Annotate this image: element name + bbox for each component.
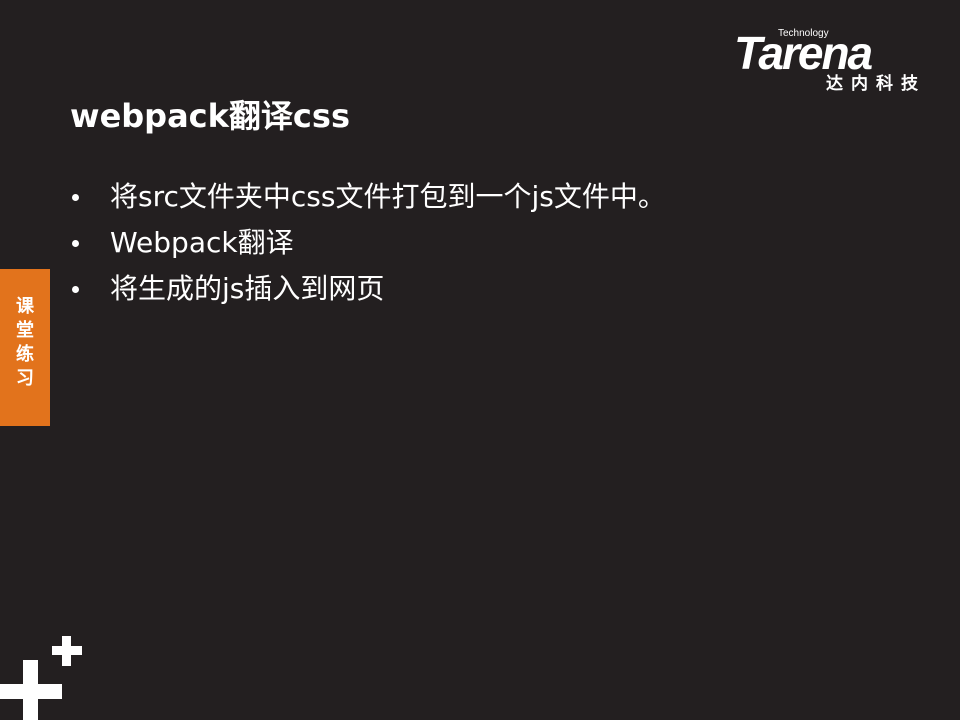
plus-plus-icon xyxy=(0,636,82,720)
logo-tagline: Technology xyxy=(778,28,829,39)
side-tab-label: 课堂练习 xyxy=(16,296,34,389)
small-plus-horizontal xyxy=(52,646,82,655)
side-tab: 课堂练习 xyxy=(0,269,50,426)
tarena-logo: Tarena Technology 达内科技 xyxy=(734,26,930,96)
logo-chinese-name: 达内科技 xyxy=(826,74,926,94)
big-plus-horizontal xyxy=(0,684,62,699)
bullet-dot-icon xyxy=(72,240,79,247)
bullet-dot-icon xyxy=(72,286,79,293)
bullet-text: 将生成的js插入到网页 xyxy=(110,272,385,305)
bullet-dot-icon xyxy=(72,194,79,201)
bullet-text: Webpack翻译 xyxy=(110,226,294,259)
slide-title: webpack翻译css xyxy=(70,97,350,135)
bullet-text: 将src文件夹中css文件打包到一个js文件中。 xyxy=(110,180,666,213)
slide: Tarena Technology 达内科技 webpack翻译css 将src… xyxy=(0,0,960,720)
